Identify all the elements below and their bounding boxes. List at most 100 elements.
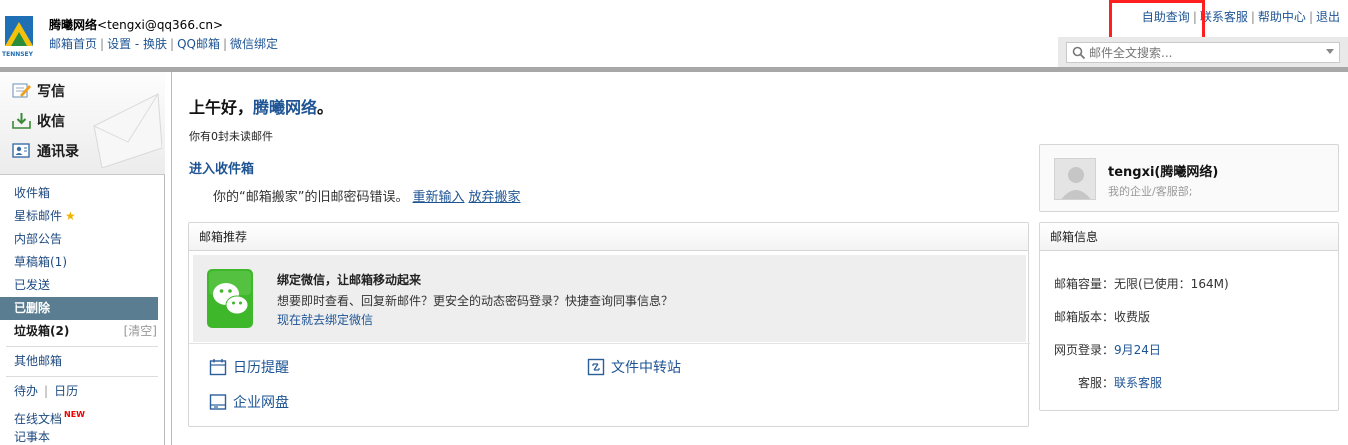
recommend-panel: 邮箱推荐 绑定微信，让邮箱移动起来 想要即时查看、回复新邮件？更安全的动态密码登… — [188, 222, 1030, 427]
login-date-link[interactable]: 9月24日 — [1114, 343, 1161, 357]
folder-deleted[interactable]: 已删除 — [0, 297, 158, 320]
notes-link[interactable]: 记事本 — [0, 426, 165, 445]
nav-wechat-bind-link[interactable]: 微信绑定 — [230, 37, 278, 51]
contacts-button[interactable]: 通讯录 — [12, 140, 79, 164]
info-row-support: 客服：联系客服 — [1040, 374, 1338, 391]
top-links: 自助查询 | 联系客服 | 帮助中心 | 退出 — [1142, 8, 1340, 25]
disk-icon — [209, 394, 227, 410]
self-query-link[interactable]: 自助查询 — [1142, 10, 1190, 24]
wechat-icon — [207, 269, 253, 328]
receive-icon — [12, 113, 31, 129]
star-icon: ★ — [65, 209, 76, 223]
svg-text:TENNSEY: TENNSEY — [2, 51, 34, 58]
enterprise-disk-label: 企业网盘 — [233, 395, 289, 411]
folder-label: 内部公告 — [14, 232, 63, 246]
separator: | — [1250, 10, 1255, 24]
folder-label: 其他邮箱 — [14, 354, 63, 368]
info-row-login: 网页登录：9月24日 — [1040, 341, 1338, 358]
file-transfer-label: 文件中转站 — [611, 360, 681, 376]
info-row-version: 邮箱版本：收费版 — [1040, 308, 1338, 325]
folder-label: 记事本 — [14, 430, 51, 444]
greeting-prefix: 上午好， — [189, 98, 254, 117]
header: TENNSEY 腾曦网络<tengxi@qq366.cn> 邮箱首页 | 设置 - … — [0, 0, 1348, 67]
folder-label: 草稿箱(1) — [14, 255, 67, 269]
folder-other-mailbox[interactable]: 其他邮箱 — [0, 350, 165, 373]
new-badge: NEW — [64, 410, 85, 419]
nav-home-link[interactable]: 邮箱首页 — [49, 37, 97, 51]
separator: | — [170, 37, 175, 51]
folder-label: 垃圾箱(2) — [14, 324, 70, 338]
enterprise-disk-link[interactable]: 企业网盘 — [209, 393, 289, 413]
user-block: 腾曦网络<tengxi@qq366.cn> 邮箱首页 | 设置 - 换肤 | QQ邮箱 |… — [49, 16, 278, 54]
reenter-password-link[interactable]: 重新输入 — [412, 190, 464, 205]
envelope-decoration-icon — [93, 93, 162, 168]
receive-button[interactable]: 收信 — [12, 110, 65, 134]
folder-label: 已发送 — [14, 278, 51, 292]
folder-drafts[interactable]: 草稿箱(1) — [0, 251, 165, 274]
search-box[interactable] — [1066, 42, 1340, 63]
info-key: 网页登录： — [1053, 343, 1114, 357]
compose-icon — [12, 83, 31, 98]
info-key: 邮箱版本： — [1053, 310, 1114, 324]
compose-button[interactable]: 写信 — [12, 80, 65, 104]
calendar-icon — [209, 359, 227, 376]
profile-card: tengxi(腾曦网络) 我的企业/客服部; — [1039, 144, 1339, 212]
wechat-promo: 绑定微信，让邮箱移动起来 想要即时查看、回复新邮件？更安全的动态密码登录？快捷查… — [193, 255, 1026, 342]
calendar-link[interactable]: 日历 — [54, 384, 78, 398]
contact-support-link[interactable]: 联系客服 — [1200, 10, 1248, 24]
info-key: 邮箱容量： — [1053, 277, 1114, 291]
nav-settings-link[interactable]: 设置 - 换肤 — [107, 37, 167, 51]
transfer-icon — [587, 358, 605, 376]
unread-count: 你有0封未读邮件 — [189, 130, 273, 143]
main-content: 上午好，腾曦网络。 你有0封未读邮件 进入收件箱 你的“邮箱搬家”的旧邮密码错误… — [171, 72, 1348, 445]
folder-list: 收件箱 星标邮件 ★ 内部公告 草稿箱(1) 已发送 已删除 垃圾箱(2) [清空]… — [0, 182, 165, 445]
folder-label: 在线文档 — [14, 412, 63, 426]
enter-inbox-link[interactable]: 进入收件箱 — [189, 158, 254, 177]
calendar-reminder-link[interactable]: 日历提醒 — [209, 358, 289, 378]
tools-row: 待办 | 日历 — [0, 380, 165, 403]
info-value: 无限(已使用：164M) — [1114, 277, 1229, 291]
bind-wechat-link[interactable]: 现在就去绑定微信 — [277, 311, 373, 328]
separator: | — [1192, 10, 1197, 24]
recommend-title: 邮箱推荐 — [189, 223, 1028, 251]
greeting-suffix: 。 — [317, 98, 334, 117]
search-icon — [1072, 46, 1086, 60]
search-area — [1058, 37, 1348, 67]
header-nav: 邮箱首页 | 设置 - 换肤 | QQ邮箱 | 微信绑定 — [49, 35, 278, 54]
divider — [6, 346, 158, 347]
folder-inbox[interactable]: 收件箱 — [0, 182, 165, 205]
mailbox-info-title: 邮箱信息 — [1040, 223, 1338, 251]
clear-spam-link[interactable]: [清空] — [124, 320, 157, 343]
abandon-move-link[interactable]: 放弃搬家 — [469, 190, 521, 205]
nav-qqmail-link[interactable]: QQ邮箱 — [177, 37, 220, 51]
receive-label: 收信 — [37, 114, 65, 130]
chevron-down-icon[interactable] — [1326, 49, 1334, 54]
logo[interactable]: TENNSEY — [2, 14, 36, 58]
profile-department: 我的企业/客服部; — [1108, 185, 1193, 198]
profile-name: tengxi(腾曦网络) — [1108, 165, 1219, 180]
logout-link[interactable]: 退出 — [1316, 10, 1340, 24]
online-docs-link[interactable]: 在线文档 NEW — [0, 403, 165, 426]
greeting-name: 腾曦网络 — [253, 98, 318, 117]
wechat-promo-desc: 想要即时查看、回复新邮件？更安全的动态密码登录？快捷查询同事信息？ — [277, 294, 674, 308]
file-transfer-link[interactable]: 文件中转站 — [587, 358, 681, 378]
mailbox-move-message: 你的“邮箱搬家”的旧邮密码错误。 重新输入 放弃搬家 — [213, 186, 521, 205]
folder-label: 星标邮件 — [14, 209, 63, 223]
user-name: 腾曦网络 — [49, 18, 98, 32]
calendar-reminder-label: 日历提醒 — [233, 360, 289, 376]
folder-announcements[interactable]: 内部公告 — [0, 228, 165, 251]
separator: | — [44, 384, 49, 398]
folder-label: 收件箱 — [14, 186, 51, 200]
folder-sent[interactable]: 已发送 — [0, 274, 165, 297]
todo-link[interactable]: 待办 — [14, 384, 38, 398]
info-row-capacity: 邮箱容量：无限(已使用：164M) — [1040, 275, 1338, 292]
separator: | — [1308, 10, 1313, 24]
help-center-link[interactable]: 帮助中心 — [1258, 10, 1306, 24]
folder-spam[interactable]: 垃圾箱(2) [清空] — [0, 320, 165, 343]
avatar[interactable] — [1054, 158, 1096, 200]
search-input[interactable] — [1089, 43, 1329, 62]
mailbox-info-panel: 邮箱信息 邮箱容量：无限(已使用：164M) 邮箱版本：收费版 网页登录：9月2… — [1039, 222, 1339, 411]
contact-support-link[interactable]: 联系客服 — [1114, 376, 1162, 390]
folder-starred[interactable]: 星标邮件 ★ — [0, 205, 165, 228]
sidebar: 写信 收信 通讯录 收件箱 星标邮件 ★ 内部公告 草稿箱(1) 已发送 已删除 … — [0, 72, 165, 445]
